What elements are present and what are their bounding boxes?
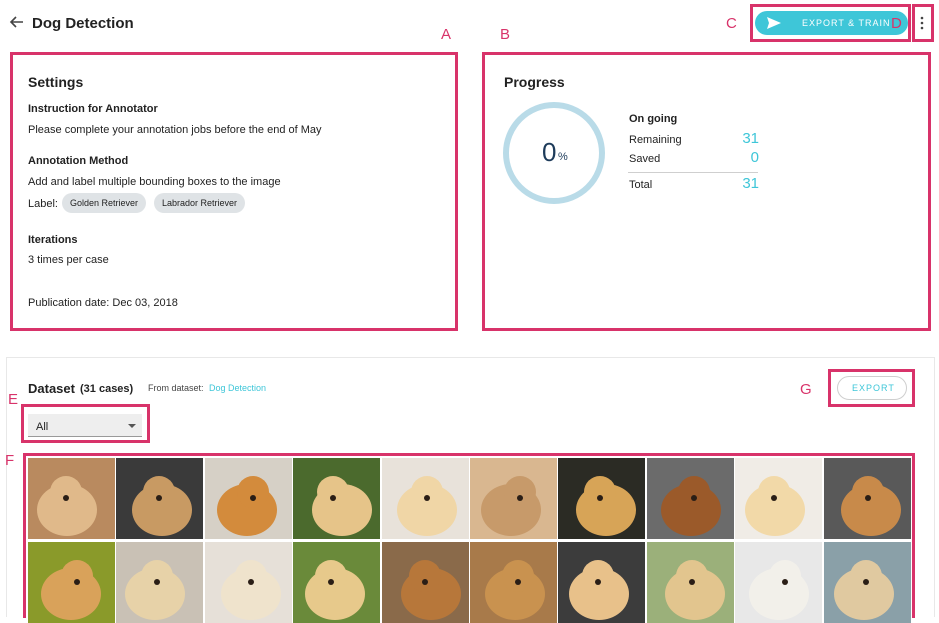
image-grid-highlight <box>23 453 915 618</box>
saved-label: Saved <box>629 153 661 165</box>
method-heading: Annotation Method <box>28 155 129 167</box>
settings-card <box>10 52 458 331</box>
annotation-d: D <box>891 15 902 32</box>
settings-title: Settings <box>28 74 84 90</box>
annotation-f: F <box>5 452 15 469</box>
method-text: Add and label multiple bounding boxes to… <box>28 176 281 188</box>
annotation-a: A <box>441 26 452 43</box>
label-chip: Golden Retriever <box>62 193 147 213</box>
dataset-count: (31 cases) <box>80 383 134 395</box>
annotation-b: B <box>500 26 511 43</box>
progress-percent: 0 <box>542 137 557 167</box>
export-highlight <box>828 369 915 407</box>
publication-date: Publication date: Dec 03, 2018 <box>28 297 178 309</box>
progress-title: Progress <box>504 74 565 90</box>
remaining-label: Remaining <box>629 134 682 146</box>
back-arrow-icon[interactable] <box>8 13 26 31</box>
annotation-c: C <box>726 15 737 32</box>
progress-percent-symbol: % <box>558 151 568 163</box>
annotation-e: E <box>8 391 19 408</box>
dataset-title: Dataset <box>28 381 75 396</box>
saved-value: 0 <box>750 149 759 166</box>
progress-status: On going <box>629 113 678 125</box>
total-value: 31 <box>742 175 759 192</box>
filter-highlight <box>21 404 150 443</box>
from-dataset-label: From dataset: <box>148 383 204 393</box>
iterations-text: 3 times per case <box>28 254 109 266</box>
remaining-value: 31 <box>742 130 759 147</box>
export-train-highlight <box>750 4 911 42</box>
from-dataset-link[interactable]: Dog Detection <box>209 383 266 393</box>
iterations-heading: Iterations <box>28 234 78 246</box>
label-chip: Labrador Retriever <box>154 193 246 213</box>
instruction-text: Please complete your annotation jobs bef… <box>28 124 322 136</box>
menu-highlight <box>912 4 934 42</box>
annotation-g: G <box>800 381 812 398</box>
instruction-heading: Instruction for Annotator <box>28 103 158 115</box>
stat-divider <box>628 172 758 173</box>
label-prefix: Label: <box>28 198 58 210</box>
page-title: Dog Detection <box>32 15 134 32</box>
total-label: Total <box>629 179 653 191</box>
